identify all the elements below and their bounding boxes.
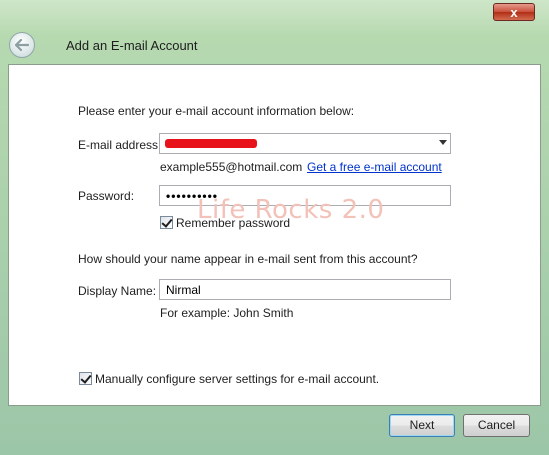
dialog-footer: Next Cancel [0,406,549,455]
redacted-email-value [165,139,257,148]
dialog-title: Add an E-mail Account [66,38,198,53]
cancel-button[interactable]: Cancel [463,414,530,437]
manual-config-checkbox[interactable] [79,372,92,385]
display-name-input[interactable] [160,280,450,299]
name-question: How should your name appear in e-mail se… [78,252,418,266]
intro-text: Please enter your e-mail account informa… [78,104,355,118]
back-arrow-icon [15,39,29,51]
display-name-field[interactable] [159,279,451,300]
checkmark-icon [161,216,173,228]
remember-password-checkbox[interactable] [160,216,173,229]
next-button[interactable]: Next [389,414,455,437]
watermark-logo: Life Rocks 2.0 [197,195,385,225]
chevron-down-icon[interactable] [439,140,447,145]
manual-config-label[interactable]: Manually configure server settings for e… [95,372,379,386]
dialog-window: x Add an E-mail Account Please enter you… [0,0,549,455]
close-icon: x [510,5,518,20]
free-account-link[interactable]: Get a free e-mail account [307,160,442,174]
display-name-example: For example: John Smith [160,306,294,320]
email-label: E-mail address: [78,138,162,152]
email-combobox[interactable] [159,133,451,154]
checkmark-icon [80,372,92,384]
back-button[interactable] [9,32,35,58]
display-name-label: Display Name: [78,284,157,298]
email-hint: example555@hotmail.com [160,160,303,174]
form-panel: Please enter your e-mail account informa… [8,64,541,406]
close-button[interactable]: x [493,3,535,21]
password-label: Password: [78,189,135,203]
